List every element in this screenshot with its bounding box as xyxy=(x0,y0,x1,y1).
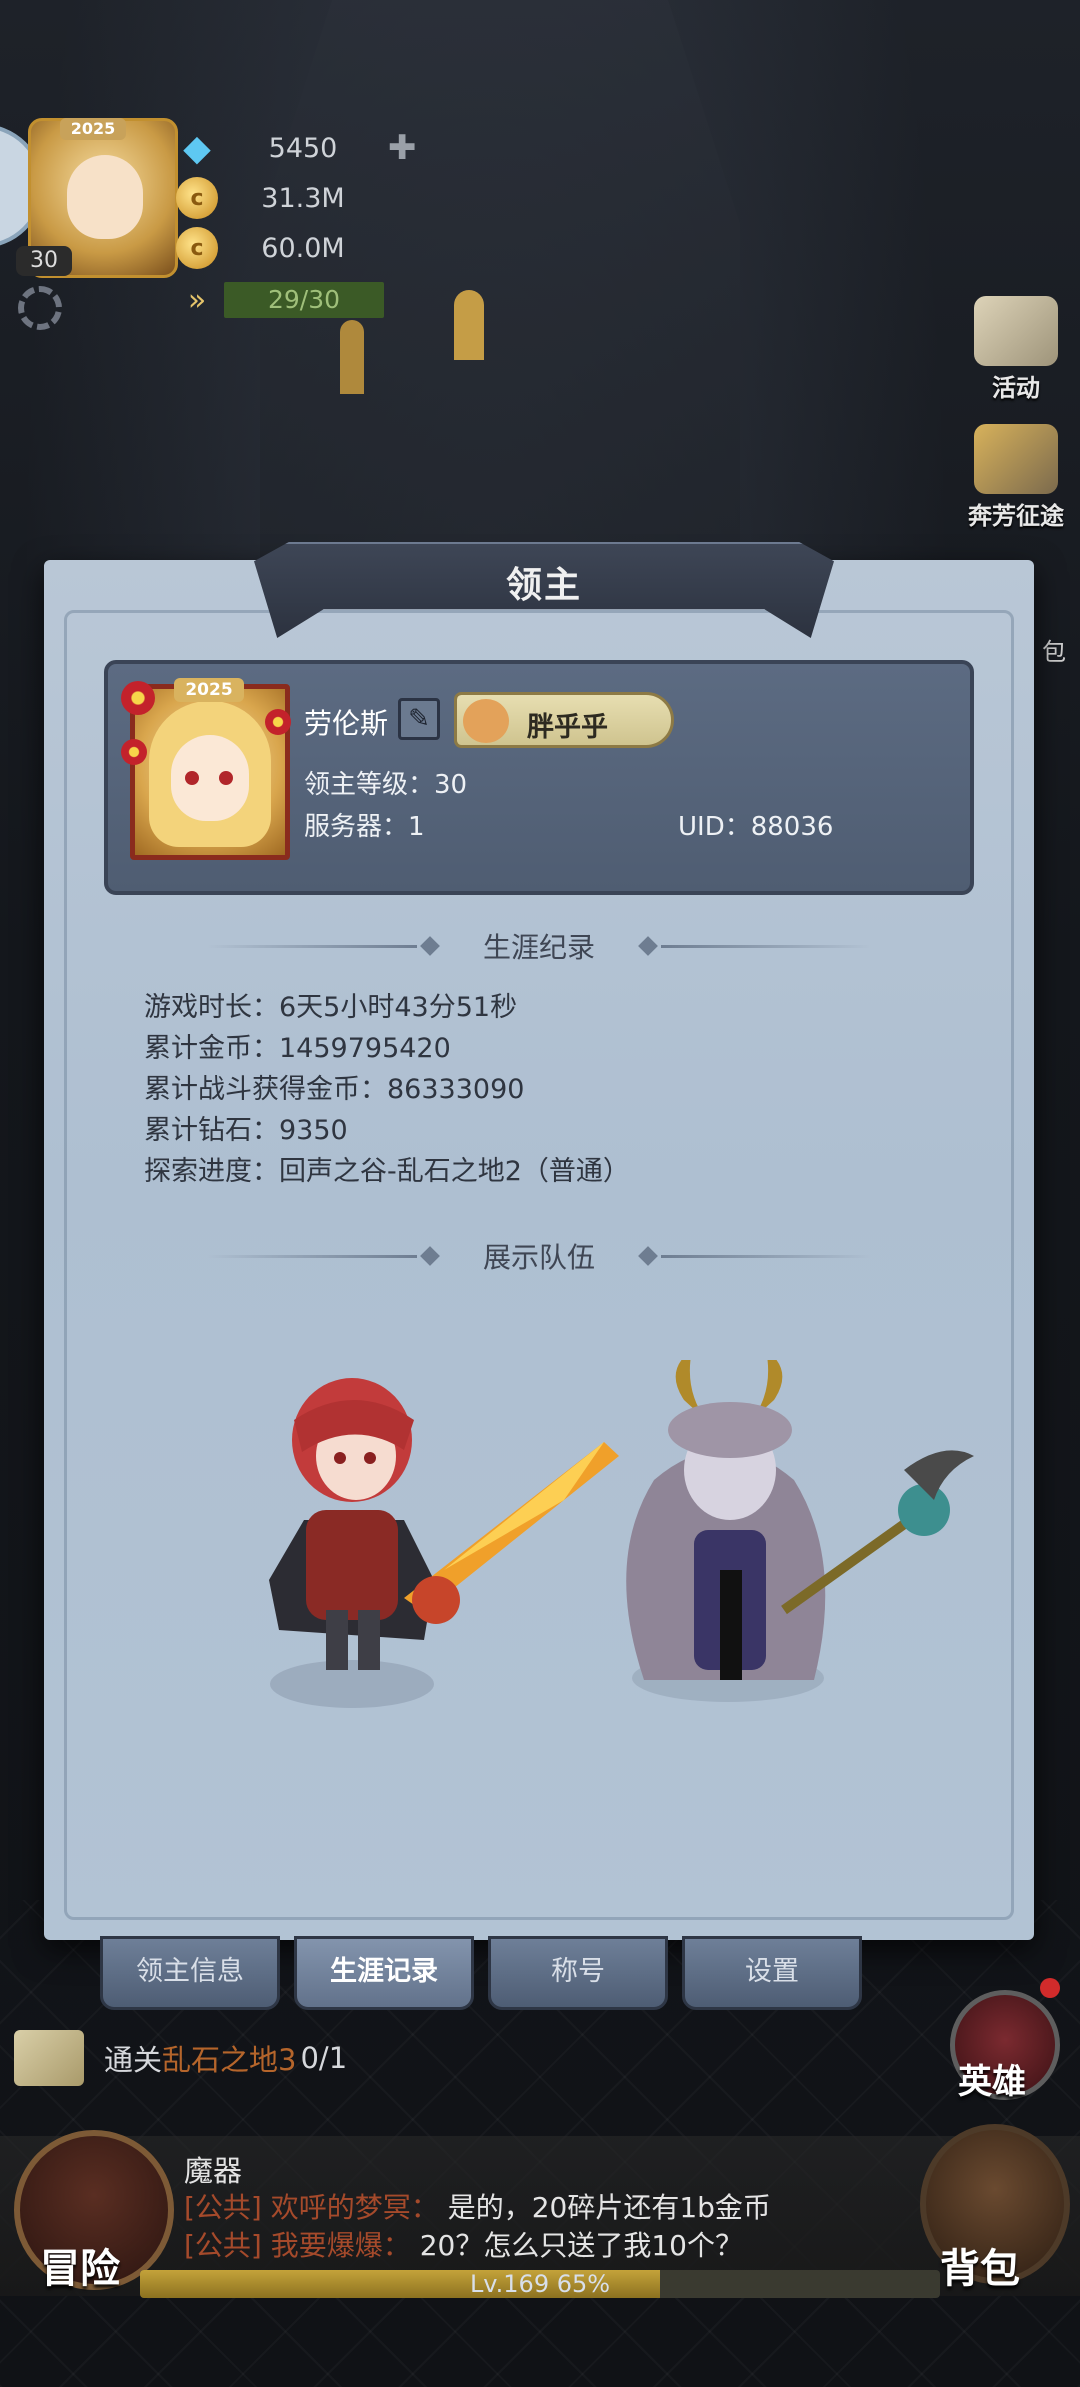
avatar-year-badge: 2025 xyxy=(174,678,244,702)
career-section-header: 生涯纪录 xyxy=(104,926,974,966)
avatar-face xyxy=(171,735,249,821)
background-window xyxy=(340,320,364,394)
chat-username: 欢呼的梦冥： xyxy=(270,2191,439,2224)
quest-scroll-icon xyxy=(14,2030,84,2086)
divider-ornament xyxy=(420,1246,440,1266)
lord-avatar[interactable] xyxy=(121,681,291,860)
quest-target: 乱石之地3 xyxy=(162,2043,297,2077)
avatar-eye xyxy=(219,771,233,785)
lord-level: 领主等级：30 xyxy=(304,770,468,800)
quest-prefix: 通关 xyxy=(104,2043,163,2077)
divider-ornament xyxy=(420,936,440,956)
career-stats: 游戏时长：6天5小时43分51秒 累计金币：1459795420 累计战斗获得金… xyxy=(144,987,630,1192)
coin-icon: c xyxy=(176,227,218,269)
career-header-label: 生涯纪录 xyxy=(482,931,595,964)
chat-channel-tag: [公共] xyxy=(184,2229,262,2262)
team-display xyxy=(269,1360,974,1708)
chat-message: 20？怎么只送了我10个？ xyxy=(419,2229,743,2262)
divider-line xyxy=(206,1254,417,1258)
stat-total-gold: 累计金币：1459795420 xyxy=(144,1033,451,1064)
diamond-value: 5450 xyxy=(268,132,338,164)
divider-line xyxy=(206,944,417,948)
background-window xyxy=(454,290,484,360)
flower-icon xyxy=(265,709,291,735)
edit-name-icon[interactable]: ✎ xyxy=(398,698,440,740)
chat-channel-tag: [公共] xyxy=(184,2191,262,2224)
journey-label: 奔芳征途 xyxy=(968,502,1064,530)
panel-title: 领主 xyxy=(505,565,582,606)
stat-total-diamonds: 累计钻石：9350 xyxy=(144,1115,348,1146)
tab-settings[interactable]: 设置 xyxy=(682,1936,862,2010)
chat-message: 是的，20碎片还有1b金币 xyxy=(447,2191,771,2224)
lord-name: 劳伦斯 xyxy=(304,707,389,740)
chevron-right-icon: » xyxy=(187,282,207,318)
divider-line xyxy=(661,944,871,948)
scroll-icon xyxy=(974,296,1058,366)
crown-icon xyxy=(974,424,1058,494)
bag-label: 背包 xyxy=(940,2246,1020,2292)
lord-panel: 领主 2025 劳伦斯 ✎ 胖乎乎 领主等级：30 服务器：1 UID：8803… xyxy=(44,542,1034,1940)
tab-lord-info[interactable]: 领主信息 xyxy=(100,1936,280,2010)
experience-text: Lv.169 65% xyxy=(469,2270,611,2298)
team-section-header: 展示队伍 xyxy=(104,1236,974,1276)
portrait-face xyxy=(67,155,143,239)
diamond-icon: ◆ xyxy=(183,127,211,169)
hero-label: 英雄 xyxy=(958,2062,1026,2102)
divider-ornament xyxy=(638,936,658,956)
diamond-resource: ◆ 5450 ✚ xyxy=(176,127,417,169)
divider-line xyxy=(661,1254,871,1258)
stamina-resource: » 29/30 xyxy=(176,280,384,320)
cat-icon xyxy=(463,699,509,743)
stat-battle-gold: 累计战斗获得金币：86333090 xyxy=(144,1074,525,1105)
chat-username: 我要爆爆： xyxy=(270,2229,411,2262)
gold-resource-secondary: c 60.0M xyxy=(176,227,368,269)
tab-titles[interactable]: 称号 xyxy=(488,1936,668,2010)
hero-shadow xyxy=(270,1660,434,1708)
stat-exploration: 探索进度：回声之谷-乱石之地2（普通） xyxy=(144,1156,630,1187)
chat-line: [公共] 欢呼的梦冥： 是的，20碎片还有1b金币 xyxy=(184,2186,771,2226)
quest-progress: 0/1 xyxy=(300,2041,348,2075)
stat-play-time: 游戏时长：6天5小时43分51秒 xyxy=(144,992,518,1023)
tab-career-record[interactable]: 生涯记录 xyxy=(294,1936,474,2010)
team-header-label: 展示队伍 xyxy=(482,1241,595,1274)
activity-label: 活动 xyxy=(992,374,1040,402)
divider-ornament xyxy=(638,1246,658,1266)
stamina-value: 29/30 xyxy=(224,282,384,318)
journey-button[interactable]: 奔芳征途 xyxy=(956,424,1076,531)
sorceress-character xyxy=(626,1360,826,1680)
quest-tracker[interactable]: 通关 乱石之地3 0/1 xyxy=(14,2030,347,2086)
title-badge-label: 胖乎乎 xyxy=(527,712,608,743)
notification-dot xyxy=(1040,1978,1060,1998)
player-level-badge: 30 xyxy=(16,246,72,276)
add-diamond-icon[interactable]: ✚ xyxy=(388,128,417,168)
chat-title: 魔器 xyxy=(184,2154,243,2188)
flower-icon xyxy=(121,681,155,715)
title-badge[interactable]: 胖乎乎 xyxy=(454,692,674,748)
lord-uid: UID：88036 xyxy=(678,812,834,842)
avatar-eye xyxy=(185,771,199,785)
flaming-sword xyxy=(404,1442,619,1624)
lord-server: 服务器：1 xyxy=(304,812,425,842)
gold-resource: c 31.3M xyxy=(176,177,368,219)
gear-icon[interactable] xyxy=(18,286,62,330)
lord-info-card: 2025 劳伦斯 ✎ 胖乎乎 领主等级：30 服务器：1 UID：88036 xyxy=(104,660,974,895)
gold-secondary-value: 60.0M xyxy=(261,232,345,264)
chat-line: [公共] 我要爆爆： 20？怎么只送了我10个？ xyxy=(184,2224,743,2264)
pack-partial-label: 包 xyxy=(1042,638,1066,666)
flower-icon xyxy=(121,739,147,765)
activity-button[interactable]: 活动 xyxy=(956,296,1076,403)
portrait-year-badge: 2025 xyxy=(60,118,126,140)
gold-value: 31.3M xyxy=(261,182,345,214)
knight-character xyxy=(269,1378,434,1670)
coin-icon: c xyxy=(176,177,218,219)
adventure-label: 冒险 xyxy=(40,2246,120,2292)
